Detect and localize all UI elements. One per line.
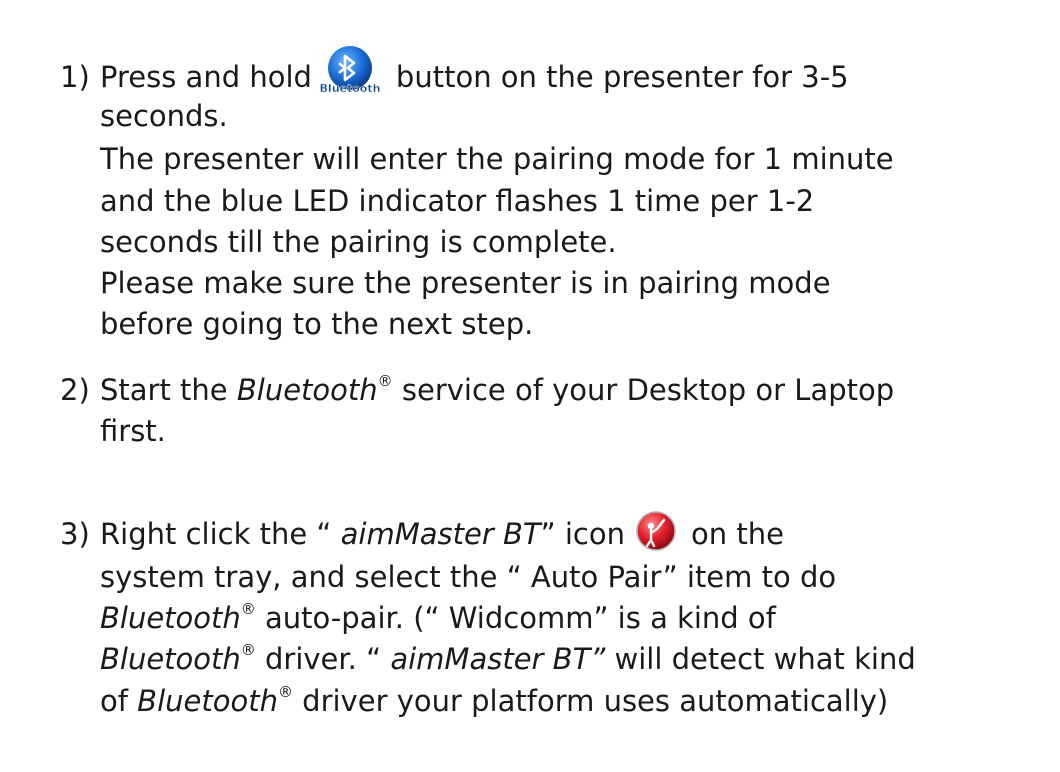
step3-line3-text: auto-pair. (“ Widcomm” is a kind of <box>265 601 776 635</box>
step3-line4-text-a: driver. “ <box>265 642 382 676</box>
step3-text-a: Right click the “ <box>100 517 332 551</box>
step2-line1: 2) Start the Bluetooth® service of your D… <box>60 370 894 410</box>
step1-number: 1) <box>60 60 90 94</box>
registered-mark: ® <box>240 600 256 618</box>
step1-line2: seconds. <box>100 99 228 133</box>
step3-bluetooth-word: Bluetooth <box>100 601 241 635</box>
step3-number: 3) <box>60 517 90 551</box>
step2-text-a: Start the <box>100 373 228 407</box>
step1-line7: before going to the next step. <box>100 307 534 341</box>
step1-text-b: button on the presenter for 3-5 <box>395 60 849 94</box>
registered-mark: ® <box>377 372 393 390</box>
step3-line5: of Bluetooth® driver your platform uses … <box>100 681 888 721</box>
step3-bluetooth-word: Bluetooth <box>100 642 241 676</box>
step3-app-name: aimMaster BT” <box>390 642 606 676</box>
step3-bluetooth-word: Bluetooth <box>137 684 278 718</box>
bluetooth-icon: Bluetooth <box>319 42 381 102</box>
registered-mark: ® <box>240 641 256 659</box>
bluetooth-icon-label: Bluetooth <box>320 82 380 95</box>
step2-text-b: service of your Desktop or Laptop <box>401 373 895 407</box>
step2-line2: first. <box>100 414 166 448</box>
step3-line4-text-c: will detect what kind <box>614 642 916 676</box>
registered-mark: ® <box>277 683 293 701</box>
aimmaster-icon <box>635 510 677 552</box>
step3-line3: Bluetooth® auto-pair. (“ Widcomm” is a k… <box>100 598 776 638</box>
instruction-document: 1) Press and hold Bluetooth button on the… <box>0 0 1060 772</box>
step3-text-b: ” icon <box>540 517 625 551</box>
step2-number: 2) <box>60 373 90 407</box>
step1-line3: The presenter will enter the pairing mod… <box>100 142 894 176</box>
step3-app-name: aimMaster BT <box>340 517 541 551</box>
step3-text-c: on the <box>690 517 784 551</box>
step3-line4: Bluetooth® driver. “ aimMaster BT” will … <box>100 639 916 679</box>
step1-line4: and the blue LED indicator flashes 1 tim… <box>100 184 815 218</box>
step3-line1: 3) Right click the “ aimMaster BT” icon o… <box>60 511 784 554</box>
step1-line5: seconds till the pairing is complete. <box>100 225 617 259</box>
step3-line2: system tray, and select the “ Auto Pair”… <box>100 560 837 594</box>
step1-line6: Please make sure the presenter is in pai… <box>100 266 831 300</box>
step2-bluetooth-word: Bluetooth <box>236 373 378 407</box>
step3-line5-text-b: driver your platform uses automatically) <box>302 684 889 718</box>
step3-line5-text-a: of <box>100 684 128 718</box>
step1-text-a: Press and hold <box>100 60 312 94</box>
